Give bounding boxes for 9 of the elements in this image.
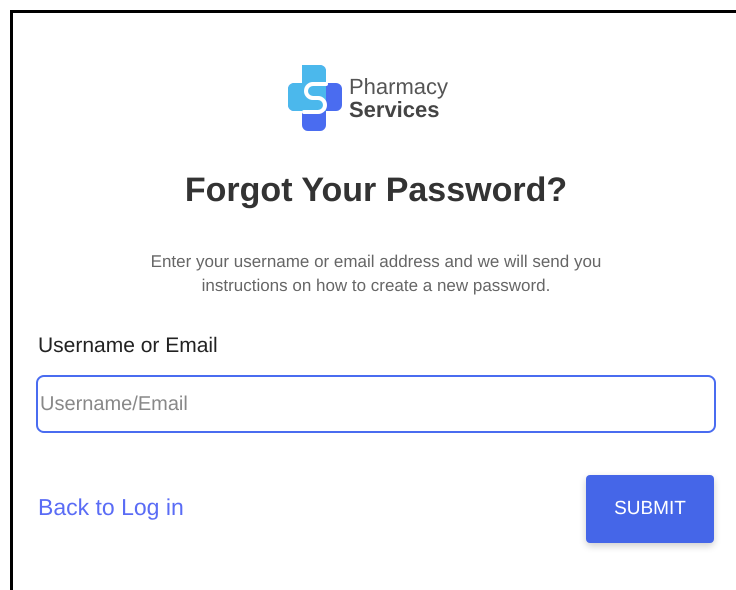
field-label: Username or Email [38, 334, 219, 358]
logo-icon [288, 65, 342, 131]
page-title: Forgot Your Password? [184, 171, 568, 210]
submit-button[interactable]: SUBMIT [586, 475, 714, 543]
back-to-login-link[interactable]: Back to Log in [38, 494, 184, 520]
logo-text: Pharmacy [348, 74, 448, 98]
username-field[interactable]: Username/Email [36, 375, 716, 433]
logo-text: Services [348, 98, 440, 122]
description-text: Enter your username or email address and we will send you instructions on how to create a new password. [150, 251, 602, 297]
